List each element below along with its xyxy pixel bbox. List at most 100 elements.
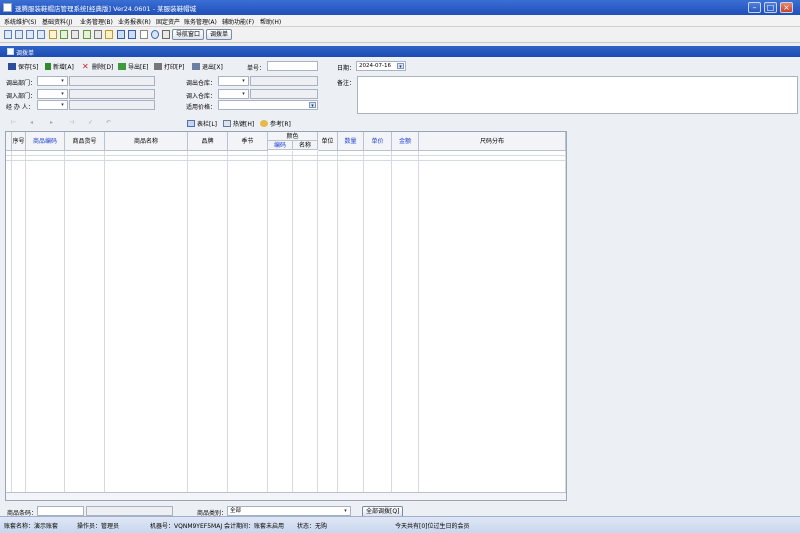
save-button[interactable]: 保存[S] — [8, 62, 39, 71]
column-header-seq[interactable]: 序号 — [12, 132, 26, 151]
window-icon[interactable] — [26, 30, 34, 39]
barcode-name-field — [86, 506, 173, 516]
arrow-icon[interactable] — [60, 30, 68, 39]
prev-icon[interactable]: ◂ — [30, 119, 33, 126]
grid-column-divider — [364, 151, 392, 492]
nav-window-button[interactable]: 导航窗口 — [172, 29, 205, 40]
status-operator: 操作员：管理员 — [77, 523, 120, 530]
column-header-quantity[interactable]: 数量 — [338, 132, 364, 151]
reference-button[interactable]: 参考[R] — [260, 119, 291, 128]
handler-select[interactable]: ▾ — [37, 100, 68, 110]
column-header-color-code[interactable]: 编码 — [268, 141, 293, 150]
plus-icon — [45, 63, 51, 70]
window-icon[interactable] — [4, 30, 12, 39]
table-icon — [187, 120, 195, 127]
first-icon[interactable]: ⊢ — [11, 119, 16, 126]
menu-reports[interactable]: 业务报表(R) — [118, 17, 151, 26]
column-header-color: 颜色 — [268, 132, 318, 141]
delete-button[interactable]: ✕ 删除[D] — [82, 62, 113, 72]
out-dept-name-field — [69, 76, 155, 86]
in-warehouse-label: 调入仓库： — [186, 93, 217, 100]
column-header-product-code[interactable]: 商品编码 — [26, 132, 65, 151]
document-icon[interactable] — [49, 30, 57, 39]
maximize-button[interactable]: □ — [764, 2, 777, 13]
in-warehouse-name-field — [250, 89, 318, 99]
undo-icon[interactable]: ↶ — [106, 119, 111, 126]
arrow-icon[interactable] — [83, 30, 91, 39]
folder-icon[interactable] — [105, 30, 113, 39]
menu-auxiliary[interactable]: 辅助功能(F) — [222, 17, 254, 26]
save-icon — [8, 63, 16, 70]
export-button[interactable]: 导出[E] — [118, 62, 148, 71]
columns-button[interactable]: 表栏[L] — [187, 119, 217, 128]
column-header-season[interactable]: 季节 — [228, 132, 268, 151]
grid-column-divider — [392, 151, 419, 492]
menu-help[interactable]: 帮助(H) — [260, 17, 281, 26]
column-header-color-name[interactable]: 名称 — [293, 141, 318, 150]
grid-footer-row — [6, 492, 566, 500]
chevron-down-icon[interactable]: ▾ — [397, 63, 404, 70]
transfer-order-tab-button[interactable]: 调拨单 — [206, 29, 233, 40]
barcode-input[interactable] — [37, 506, 84, 516]
exit-button[interactable]: 退出[X] — [192, 62, 223, 71]
help-icon[interactable] — [151, 30, 159, 39]
column-header-unit[interactable]: 单位 — [318, 132, 338, 151]
title-bar: 速腾服装鞋帽店管理系统[经典版] Ver24.0601 - 某服装鞋帽城 – □… — [0, 0, 800, 15]
minimize-button[interactable]: – — [748, 2, 761, 13]
document-icon[interactable] — [140, 30, 148, 39]
menu-business[interactable]: 业务管理(B) — [80, 17, 113, 26]
column-header-article-no[interactable]: 商品货号 — [65, 132, 105, 151]
table-row[interactable] — [6, 156, 566, 161]
window-icon[interactable] — [37, 30, 45, 39]
column-header-size-distribution[interactable]: 尺码分布 — [419, 132, 566, 151]
menu-basic-data[interactable]: 基础资料(J) — [42, 17, 72, 26]
menu-fixed-assets[interactable]: 固定资产 — [156, 17, 180, 26]
price-label: 适用价格： — [186, 104, 217, 111]
in-warehouse-select[interactable]: ▾ — [218, 89, 249, 99]
chevron-down-icon: ▾ — [61, 78, 64, 84]
exit-icon[interactable] — [162, 30, 170, 39]
category-select[interactable]: 全部 ▾ — [227, 506, 351, 516]
menu-accounts[interactable]: 账务管理(A) — [184, 17, 217, 26]
grid-column-divider — [12, 151, 26, 492]
next-icon[interactable]: ▸ — [50, 119, 53, 126]
column-header-brand[interactable]: 品牌 — [188, 132, 228, 151]
grid-column-divider — [105, 151, 188, 492]
document-title: 调拨单 — [16, 50, 35, 57]
out-dept-select[interactable]: ▾ — [37, 76, 68, 86]
chevron-down-icon: ▾ — [61, 102, 64, 108]
column-header-amount[interactable]: 金额 — [392, 132, 419, 151]
date-picker[interactable]: 2024-07-16 ▾ — [356, 61, 406, 71]
chevron-down-icon: ▾ — [242, 78, 245, 84]
tools-icon[interactable] — [71, 30, 79, 39]
data-grid[interactable]: 序号 商品编码 商品货号 商品名称 品牌 季节 颜色 编码 名称 单位 数量 单… — [5, 131, 567, 501]
print-button[interactable]: 打印[P] — [154, 62, 184, 71]
window-icon[interactable] — [15, 30, 23, 39]
price-select[interactable]: ▾ — [218, 100, 318, 110]
column-header-product-name[interactable]: 商品名称 — [105, 132, 188, 151]
save-icon[interactable] — [117, 30, 125, 39]
remark-textarea[interactable] — [357, 76, 798, 114]
tools-icon[interactable] — [94, 30, 102, 39]
in-dept-select[interactable]: ▾ — [37, 89, 68, 99]
hotkey-button[interactable]: 热键[H] — [223, 119, 254, 128]
last-icon[interactable]: ⊣ — [69, 119, 74, 126]
close-button[interactable]: × — [780, 2, 793, 13]
add-button[interactable]: 新增[A] — [45, 62, 74, 71]
save-icon[interactable] — [128, 30, 136, 39]
grid-column-divider — [293, 151, 318, 492]
menu-system[interactable]: 系统维护(S) — [4, 17, 37, 26]
grid-column-divider — [318, 151, 338, 492]
order-no-input[interactable] — [267, 61, 318, 71]
out-warehouse-select[interactable]: ▾ — [218, 76, 249, 86]
status-birthday: 今天共有[0]位过生日的会员 — [395, 523, 470, 530]
column-header-unit-price[interactable]: 单价 — [364, 132, 392, 151]
grid-column-divider — [228, 151, 268, 492]
printer-icon — [154, 63, 162, 70]
grid-column-divider — [65, 151, 105, 492]
chevron-down-icon: ▾ — [242, 91, 245, 97]
status-period: 会计期间：账套未启用 — [224, 523, 285, 530]
status-bar: 账套名称：演示账套 操作员：管理员 机器号：VQNM9YEF5MAJ 会计期间：… — [0, 516, 800, 533]
check-icon[interactable]: ✓ — [88, 119, 93, 126]
window-title: 速腾服装鞋帽店管理系统[经典版] Ver24.0601 - 某服装鞋帽城 — [15, 5, 197, 13]
